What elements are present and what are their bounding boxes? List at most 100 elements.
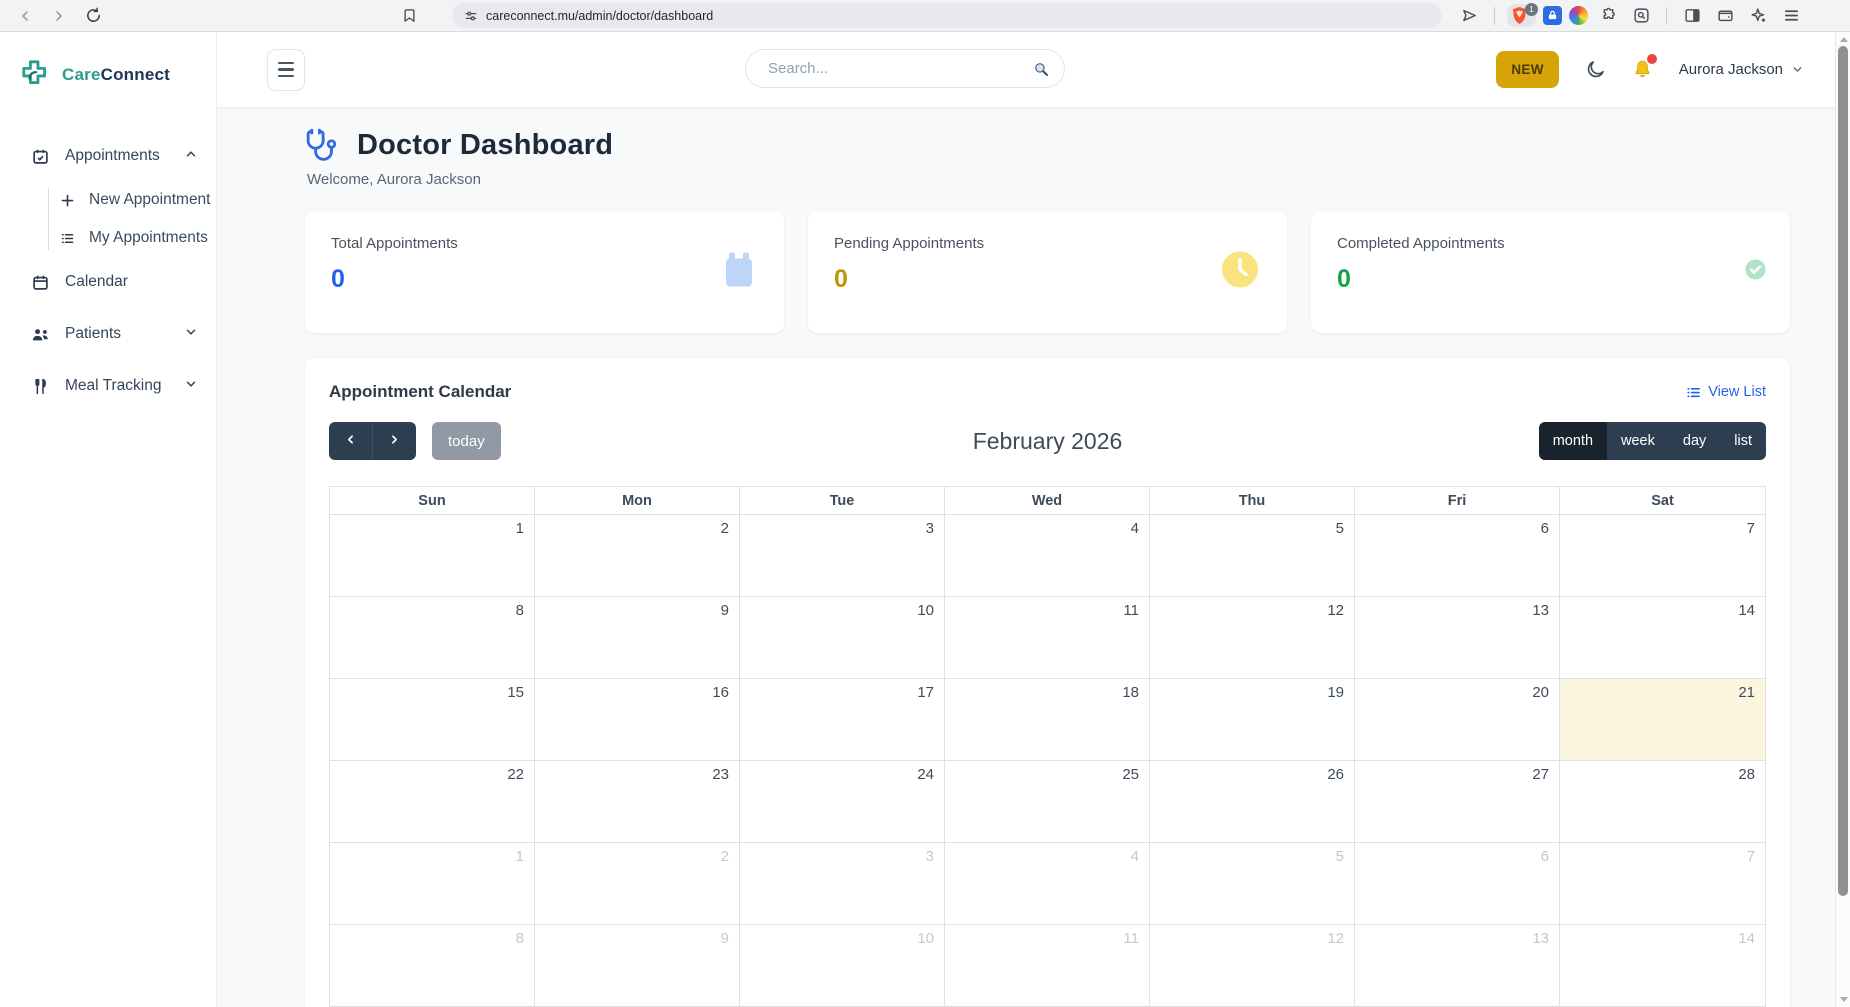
day-header-fri: Fri (1355, 487, 1560, 514)
calendar-day-6[interactable]: 6 (1355, 514, 1560, 596)
scroll-up-arrow[interactable] (1840, 37, 1848, 42)
calendar-day-16[interactable]: 16 (535, 678, 740, 760)
view-list-link[interactable]: View List (1686, 384, 1766, 400)
calendar-day-14[interactable]: 14 (1560, 596, 1765, 678)
app-logo[interactable]: CareConnect (0, 58, 216, 92)
day-number: 24 (917, 766, 934, 783)
dark-mode-moon-icon[interactable] (1585, 59, 1606, 80)
address-bar[interactable]: careconnect.mu/admin/doctor/dashboard (452, 3, 1442, 28)
day-number: 4 (1130, 520, 1139, 537)
page-content: Doctor Dashboard Welcome, Aurora Jackson… (217, 108, 1850, 1007)
bookmark-icon[interactable] (396, 3, 422, 29)
calendar-day-15[interactable]: 15 (330, 678, 535, 760)
calendar-day-1[interactable]: 1 (330, 514, 535, 596)
calendar-day-2[interactable]: 2 (535, 514, 740, 596)
leo-ai-sparkle-icon[interactable] (1745, 3, 1771, 29)
calendar-day-next-month-14[interactable]: 14 (1560, 924, 1765, 1006)
calendar-day-next-month-5[interactable]: 5 (1150, 842, 1355, 924)
user-menu[interactable]: Aurora Jackson (1679, 61, 1804, 78)
calendar-day-21[interactable]: 21 (1560, 678, 1765, 760)
site-settings-icon[interactable] (464, 9, 478, 23)
sidebar-item-my-appointments[interactable]: My Appointments (57, 226, 216, 250)
calendar-day-4[interactable]: 4 (945, 514, 1150, 596)
stethoscope-icon (306, 128, 337, 161)
calendar-day-18[interactable]: 18 (945, 678, 1150, 760)
calendar-day-next-month-9[interactable]: 9 (535, 924, 740, 1006)
calendar-day-next-month-8[interactable]: 8 (330, 924, 535, 1006)
calendar-day-next-month-4[interactable]: 4 (945, 842, 1150, 924)
calendar-day-next-month-2[interactable]: 2 (535, 842, 740, 924)
calendar-day-19[interactable]: 19 (1150, 678, 1355, 760)
calendar-day-next-month-7[interactable]: 7 (1560, 842, 1765, 924)
extensions-puzzle-icon[interactable] (1595, 3, 1621, 29)
calendar-day-next-month-10[interactable]: 10 (740, 924, 945, 1006)
calendar-day-next-month-11[interactable]: 11 (945, 924, 1150, 1006)
calendar-day-9[interactable]: 9 (535, 596, 740, 678)
clock-icon (1221, 251, 1259, 294)
calendar-day-28[interactable]: 28 (1560, 760, 1765, 842)
sidebar-hamburger-button[interactable] (267, 48, 305, 91)
calendar-day-7[interactable]: 7 (1560, 514, 1765, 596)
appointment-calendar-card: Appointment Calendar View List today Feb… (305, 358, 1790, 1007)
day-number: 22 (507, 766, 524, 783)
calendar-day-22[interactable]: 22 (330, 760, 535, 842)
scrollbar-thumb[interactable] (1838, 46, 1848, 896)
scroll-down-arrow[interactable] (1840, 997, 1848, 1002)
view-list-button[interactable]: list (1720, 422, 1766, 460)
calendar-day-3[interactable]: 3 (740, 514, 945, 596)
browser-back-icon[interactable] (12, 3, 38, 29)
calendar-today-button[interactable]: today (432, 422, 501, 460)
user-name: Aurora Jackson (1678, 61, 1783, 78)
calendar-day-17[interactable]: 17 (740, 678, 945, 760)
share-icon[interactable] (1456, 3, 1482, 29)
calendar-day-20[interactable]: 20 (1355, 678, 1560, 760)
calendar-day-next-month-3[interactable]: 3 (740, 842, 945, 924)
browser-menu-icon[interactable] (1778, 3, 1804, 29)
sidebar-item-appointments[interactable]: Appointments (30, 144, 198, 168)
new-button[interactable]: NEW (1496, 51, 1559, 88)
calendar-day-26[interactable]: 26 (1150, 760, 1355, 842)
search-box[interactable] (745, 49, 1065, 88)
notifications-bell-icon[interactable] (1632, 53, 1657, 81)
view-week-button[interactable]: week (1607, 422, 1669, 460)
calendar-day-12[interactable]: 12 (1150, 596, 1355, 678)
calendar-next-button[interactable] (372, 422, 416, 460)
calendar-day-10[interactable]: 10 (740, 596, 945, 678)
password-extension-icon[interactable] (1543, 6, 1562, 25)
calendar-day-8[interactable]: 8 (330, 596, 535, 678)
search-tab-icon[interactable] (1628, 3, 1654, 29)
page-scrollbar[interactable] (1835, 32, 1850, 1007)
day-number: 6 (1540, 520, 1549, 537)
sidebar-item-meal-tracking[interactable]: Meal Tracking (30, 374, 198, 398)
calendar-grid: 1 2 3 4 5 6 7 8 9 10 11 12 13 14 15 16 17 18 19 20 21 22 23 24 2… (330, 514, 1765, 1006)
search-icon[interactable] (1032, 60, 1050, 78)
calendar-day-next-month-13[interactable]: 13 (1355, 924, 1560, 1006)
calendar-prev-button[interactable] (329, 422, 372, 460)
users-icon (30, 326, 50, 343)
browser-reload-icon[interactable] (80, 3, 106, 29)
sidebar-item-calendar[interactable]: Calendar (30, 270, 198, 294)
color-orb-extension-icon[interactable] (1569, 6, 1588, 25)
view-month-button[interactable]: month (1538, 422, 1608, 460)
stat-card-pending-appointments: Pending Appointments 0 (808, 211, 1287, 333)
wallet-icon[interactable] (1712, 3, 1738, 29)
calendar-day-next-month-12[interactable]: 12 (1150, 924, 1355, 1006)
brave-shield-icon[interactable]: 1 (1507, 3, 1538, 27)
calendar-day-24[interactable]: 24 (740, 760, 945, 842)
calendar-day-5[interactable]: 5 (1150, 514, 1355, 596)
calendar-day-next-month-6[interactable]: 6 (1355, 842, 1560, 924)
sidebar-item-patients[interactable]: Patients (30, 322, 198, 346)
calendar-day-27[interactable]: 27 (1355, 760, 1560, 842)
calendar-day-13[interactable]: 13 (1355, 596, 1560, 678)
search-input[interactable] (768, 60, 1032, 77)
sidebar-item-label: Calendar (65, 273, 128, 290)
calendar-day-next-month-1[interactable]: 1 (330, 842, 535, 924)
sidebar-toggle-icon[interactable] (1679, 3, 1705, 29)
view-day-button[interactable]: day (1668, 422, 1721, 460)
calendar-day-23[interactable]: 23 (535, 760, 740, 842)
calendar-day-25[interactable]: 25 (945, 760, 1150, 842)
chevron-down-icon (1793, 67, 1802, 73)
browser-forward-icon[interactable] (46, 3, 72, 29)
sidebar-item-new-appointment[interactable]: New Appointment (57, 188, 216, 212)
calendar-day-11[interactable]: 11 (945, 596, 1150, 678)
